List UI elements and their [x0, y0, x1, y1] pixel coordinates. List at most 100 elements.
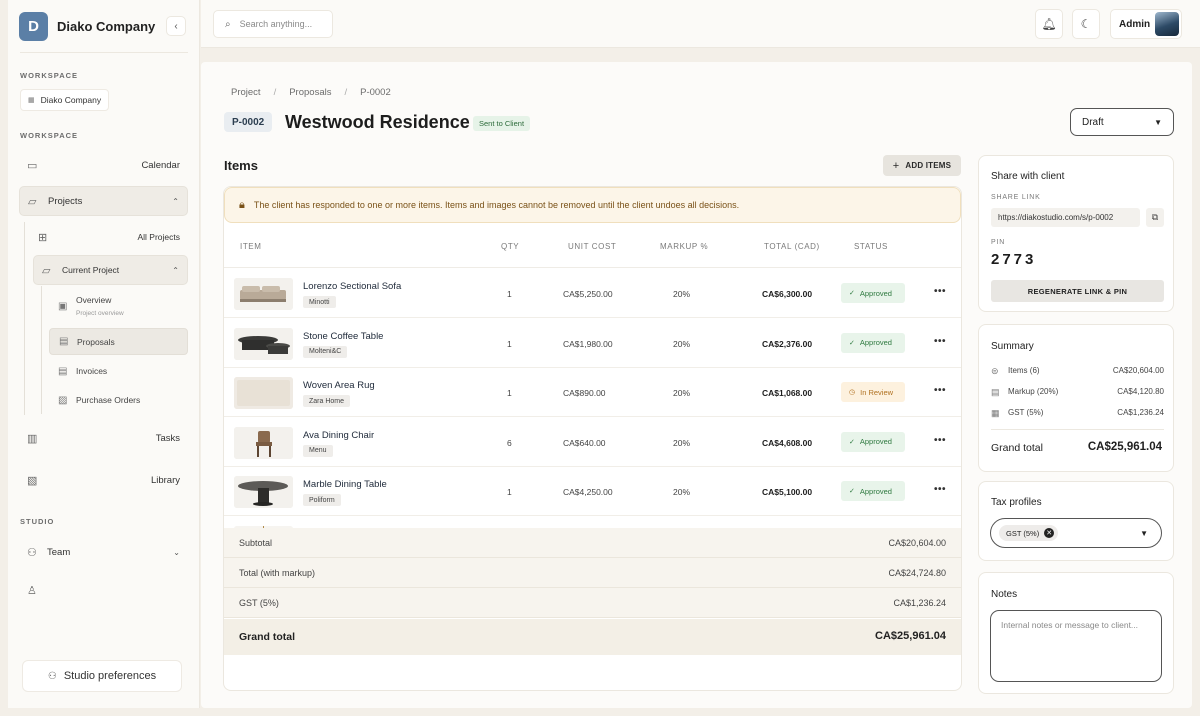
studio-preferences-label: Studio preferences	[63, 670, 157, 682]
sidebar-item-current-project[interactable]: ▱ Current Project ⌃	[33, 255, 188, 285]
alert-text: The client has responded to one or more …	[253, 200, 740, 210]
chevron-down-icon: ⌄	[173, 547, 180, 557]
summary-panel: Summary ⊜ Items (6) CA$20,604.00 ▤ Marku…	[978, 324, 1174, 472]
tax-profiles-panel: Tax profiles GST (5%) ✕ ▼	[978, 481, 1174, 561]
status-label: In Review	[860, 387, 894, 397]
sidebar-item-purchase-orders[interactable]: ▨ Purchase Orders	[49, 387, 188, 413]
status-icon: ✓	[849, 488, 855, 495]
item-unit-cost: CA$4,250.00	[563, 487, 613, 497]
notifications-button[interactable]: 🔔︎	[1035, 9, 1063, 39]
sidebar-item-tasks[interactable]: ▥ Tasks	[19, 423, 188, 453]
chevron-up-icon: ⌃	[172, 196, 179, 206]
sidebar-item-label: All Projects	[137, 232, 180, 242]
item-name[interactable]: Marble Dining Table	[303, 479, 387, 490]
sidebar-item-label: Invoices	[76, 366, 108, 376]
item-markup: 20%	[673, 487, 691, 497]
table-row[interactable]: Lorenzo Sectional Sofa Minotti 1 CA$5,250.0…	[224, 269, 961, 318]
workspace-switcher[interactable]: ▦ Diako Company	[20, 89, 110, 111]
selected-status: Draft	[1082, 116, 1104, 128]
gst-value: CA$1,236.24	[893, 598, 946, 608]
item-qty: 6	[507, 437, 512, 448]
item-name[interactable]: Lorenzo Sectional Sofa	[303, 281, 401, 292]
org-chart-icon: ♙	[27, 584, 37, 597]
table-row[interactable]: Woven Area Rug Zara Home 1 CA$890.00 20% CA$1…	[224, 368, 961, 417]
share-link-field[interactable]: https://diakostudio.com/s/p-0002	[991, 208, 1140, 227]
item-total: CA$5,100.00	[762, 487, 813, 497]
more-options-icon[interactable]: •••	[934, 435, 946, 446]
proposal-status-select[interactable]: Draft ▼	[1070, 108, 1174, 136]
item-total: CA$6,300.00	[762, 289, 813, 299]
status-label: Approved	[859, 338, 892, 347]
summary-items-label: Items (6)	[1008, 366, 1040, 375]
pin-label: PIN	[991, 239, 1006, 246]
search-box[interactable]: ⌕	[213, 10, 333, 38]
sidebar-item-team[interactable]: ⚇ Team ⌄	[19, 537, 188, 567]
bell-icon: 🔔︎	[1041, 17, 1057, 31]
status-label: Approved	[859, 437, 892, 446]
more-options-icon[interactable]: •••	[934, 484, 946, 495]
sidebar-item-all-projects[interactable]: ⊞ All Projects	[30, 223, 188, 251]
status-badge: ✓ Approved	[841, 283, 905, 303]
item-name[interactable]: Stone Coffee Table	[303, 331, 383, 342]
more-options-icon[interactable]: •••	[934, 286, 946, 297]
regenerate-link-button[interactable]: REGENERATE LINK & PIN	[991, 280, 1164, 302]
item-brand: Minotti	[303, 296, 336, 308]
search-input[interactable]	[239, 19, 320, 29]
brand-logo: D	[19, 12, 48, 41]
sidebar-item-org[interactable]: ♙	[19, 575, 59, 605]
copy-link-button[interactable]: ⧉	[1146, 208, 1164, 227]
breadcrumb-item[interactable]: Proposals	[289, 87, 331, 98]
remove-chip-icon[interactable]: ✕	[1044, 528, 1055, 538]
summary-grand-value: CA$25,961.04	[1087, 441, 1162, 453]
summary-grand-label: Grand total	[991, 442, 1043, 454]
page-title: Westwood Residence	[285, 112, 470, 132]
breadcrumb-item[interactable]: Project	[231, 87, 261, 98]
breadcrumb-current: P-0002	[360, 87, 391, 98]
theme-toggle-button[interactable]: ☾	[1072, 9, 1100, 39]
sidebar-item-overview[interactable]: ▣ Overview Project overview	[49, 291, 188, 321]
invoice-icon: ▤	[58, 365, 68, 377]
sidebar-item-label: Tasks	[155, 432, 180, 444]
table-row[interactable]: Marble Dining Table Poliform 1 CA$4,250.00 2…	[224, 467, 961, 516]
share-title: Share with client	[991, 171, 1065, 182]
gst-row: GST (5%) CA$1,236.24	[224, 588, 961, 618]
more-options-icon[interactable]: •••	[934, 385, 946, 396]
item-unit-cost: CA$890.00	[563, 388, 606, 398]
brand[interactable]: D Diako Company	[19, 12, 155, 41]
col-qty: QTY	[501, 242, 520, 251]
tax-profile-select[interactable]: GST (5%) ✕ ▼	[990, 518, 1162, 548]
col-unit-cost: UNIT COST	[568, 242, 617, 251]
grand-total-value: CA$25,961.04	[875, 630, 946, 642]
more-options-icon[interactable]: •••	[934, 336, 946, 347]
table-row[interactable]: Ava Dining Chair Menu 6 CA$640.00 20% CA$4,60…	[224, 418, 961, 467]
copy-icon: ⧉	[1151, 212, 1159, 222]
sidebar-item-label: Calendar	[141, 159, 180, 171]
sidebar-item-label: Library	[150, 474, 180, 486]
item-brand: Zara Home	[303, 395, 351, 407]
tree-line	[41, 286, 42, 414]
sidebar-item-calendar[interactable]: ▭ Calendar	[19, 150, 188, 180]
table-row[interactable]: Stone Coffee Table Molteni&C 1 CA$1,980.00 2…	[224, 319, 961, 368]
image-icon: ▧	[27, 474, 38, 487]
studio-preferences-button[interactable]: ⚇ Studio preferences	[22, 660, 182, 692]
item-unit-cost: CA$1,980.00	[563, 338, 613, 349]
users-icon: ⚇	[27, 546, 37, 559]
user-menu[interactable]: Admin	[1110, 9, 1182, 39]
item-name[interactable]: Woven Area Rug	[303, 380, 375, 391]
item-brand: Molteni&C	[303, 345, 348, 358]
collapse-sidebar-button[interactable]: ‹	[166, 16, 186, 36]
sidebar-item-invoices[interactable]: ▤ Invoices	[49, 358, 188, 384]
item-name[interactable]: Ava Dining Chair	[303, 430, 374, 441]
sidebar-item-projects[interactable]: ▱ Projects ⌃	[19, 186, 188, 216]
sidebar-item-proposals[interactable]: ▤ Proposals	[49, 328, 188, 355]
item-markup: 20%	[673, 437, 691, 448]
breadcrumb-separator: /	[273, 87, 277, 98]
folder-icon: ▱	[42, 264, 51, 277]
tax-title: Tax profiles	[991, 497, 1042, 508]
notes-textarea[interactable]	[990, 610, 1162, 682]
item-brand: Menu	[303, 444, 333, 457]
brand-name: Diako Company	[57, 19, 156, 34]
sidebar-item-library[interactable]: ▧ Library	[19, 465, 188, 495]
add-items-button[interactable]: + ADD ITEMS	[883, 155, 961, 176]
status-badge: ✓ Approved	[841, 431, 905, 452]
